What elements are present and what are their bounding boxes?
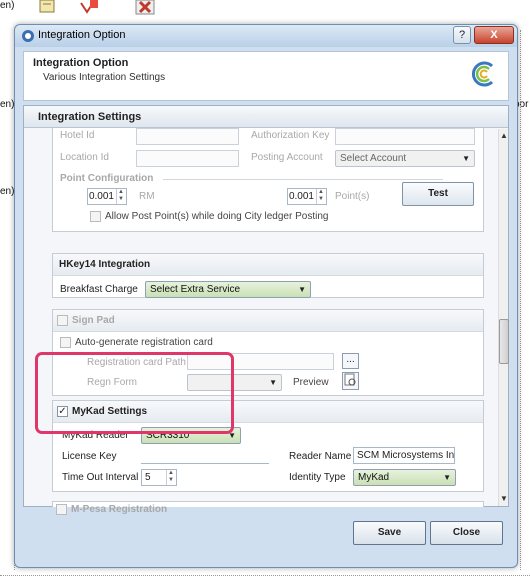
identity-type-label: Identity Type: [289, 472, 346, 483]
header-title: Integration Option: [33, 57, 129, 69]
sign-pad-header: Sign Pad: [53, 310, 483, 332]
rm-label: RM: [139, 191, 155, 202]
preview-label: Preview: [293, 377, 329, 388]
sign-pad-title: Sign Pad: [72, 315, 115, 326]
bg-left-text-1: en): [0, 99, 15, 110]
breakfast-charge-select[interactable]: Select Extra Service ▼: [145, 281, 311, 298]
posting-account-select[interactable]: Select Account ▼: [335, 150, 475, 167]
header-subtitle: Various Integration Settings: [43, 72, 166, 83]
identity-type-value: MyKad: [358, 472, 390, 483]
location-id-label: Location Id: [60, 152, 109, 163]
reg-card-path-label: Registration card Path: [87, 357, 186, 368]
chevron-down-icon: ▼: [228, 431, 236, 440]
points-value: 0.001: [288, 191, 314, 202]
integration-option-dialog: Integration Option ? X Integration Optio…: [14, 24, 518, 568]
allow-post-label: Allow Post Point(s) while doing City led…: [105, 211, 329, 222]
loyalty-section: Hotel Id Authorization Key Location Id P…: [52, 128, 484, 232]
spin-arrows-icon[interactable]: ▲ ▼: [166, 470, 175, 485]
mykad-section: ✓ MyKad Settings MyKad Reader SCR3310 ▼ …: [52, 400, 484, 492]
hkey14-header: HKey14 Integration: [53, 254, 483, 276]
spin-arrows-icon[interactable]: ▲ ▼: [316, 189, 325, 204]
mykad-reader-label: MyKad Reader: [62, 430, 129, 441]
hkey14-title: HKey14 Integration: [59, 259, 151, 270]
identity-type-select[interactable]: MyKad ▼: [353, 469, 456, 486]
company-logo-icon: [472, 61, 494, 87]
points-stepper[interactable]: 0.001 ▲ ▼: [287, 188, 327, 205]
integration-settings-panel: Integration Settings Hotel Id Authorizat…: [23, 105, 509, 515]
breakfast-charge-label: Breakfast Charge: [60, 284, 138, 295]
location-id-input[interactable]: [136, 150, 239, 167]
reg-card-path-input[interactable]: [187, 353, 334, 370]
sign-pad-checkbox[interactable]: [57, 315, 68, 326]
mykad-header: ✓ MyKad Settings: [53, 401, 483, 423]
integration-settings-header: Integration Settings: [24, 106, 508, 128]
hotel-id-input[interactable]: [136, 128, 239, 145]
mykad-checkbox[interactable]: ✓: [57, 406, 68, 417]
allow-post-checkbox[interactable]: [90, 211, 101, 222]
delete-icon: [135, 0, 155, 15]
dialog-titlebar[interactable]: Integration Option ? X: [15, 25, 517, 47]
chevron-down-icon: ▼: [298, 285, 306, 294]
mpesa-checkbox[interactable]: [56, 504, 67, 515]
bg-left-text-2: en): [0, 186, 15, 197]
auto-generate-label: Auto-generate registration card: [75, 337, 213, 348]
timeout-interval-value: 5: [145, 472, 151, 483]
bg-divider: [0, 575, 530, 576]
reader-name-input[interactable]: SCM Microsystems Inc. S(: [353, 447, 455, 464]
spin-arrows-icon[interactable]: ▲ ▼: [116, 189, 125, 204]
regn-form-select[interactable]: ▼: [187, 374, 282, 391]
help-button[interactable]: ?: [453, 26, 471, 44]
authorization-key-label: Authorization Key: [251, 130, 330, 141]
notification-icon: [39, 0, 55, 13]
breakfast-charge-value: Select Extra Service: [150, 284, 241, 295]
authorization-key-input[interactable]: [335, 128, 475, 145]
save-button[interactable]: Save: [353, 521, 426, 545]
app-icon: [22, 30, 34, 42]
bg-toolbar-label: en): [0, 0, 15, 11]
rm-stepper[interactable]: 0.001 ▲ ▼: [87, 188, 127, 205]
mykad-reader-value: SCR3310: [146, 430, 190, 441]
header-panel: Integration Option Various Integration S…: [23, 51, 509, 101]
hotel-id-label: Hotel Id: [60, 130, 95, 141]
point-config-divider: [163, 179, 443, 180]
mpesa-title: M-Pesa Registration: [71, 504, 168, 515]
rm-value: 0.001: [88, 191, 114, 202]
timeout-interval-label: Time Out Interval: [62, 472, 139, 483]
close-button[interactable]: Close: [430, 521, 503, 545]
reader-name-label: Reader Name: [289, 451, 352, 462]
posting-account-value: Select Account: [340, 153, 407, 164]
timeout-interval-stepper[interactable]: 5 ▲ ▼: [141, 469, 177, 486]
hkey14-section: HKey14 Integration Breakfast Charge Sele…: [52, 253, 484, 298]
scroll-down-icon[interactable]: ▼: [500, 494, 508, 504]
close-window-button[interactable]: X: [474, 26, 514, 44]
bg-divider: [520, 30, 521, 570]
sign-pad-section: Sign Pad Auto-generate registration card…: [52, 309, 484, 396]
mykad-title: MyKad Settings: [72, 406, 148, 417]
mykad-reader-select[interactable]: SCR3310 ▼: [141, 427, 241, 444]
auto-generate-checkbox[interactable]: [60, 337, 71, 348]
mpesa-header: M-Pesa Registration: [52, 501, 484, 523]
chevron-down-icon: ▼: [269, 378, 277, 387]
license-key-input[interactable]: [141, 447, 269, 464]
chevron-down-icon: ▼: [462, 154, 470, 163]
browse-button[interactable]: ...: [342, 353, 359, 369]
preview-icon: [344, 373, 356, 386]
posting-account-label: Posting Account: [251, 152, 323, 163]
dialog-title: Integration Option: [38, 29, 126, 41]
preview-button[interactable]: [342, 372, 359, 390]
points-label: Point(s): [335, 191, 370, 202]
test-button[interactable]: Test: [402, 182, 474, 206]
regn-form-label: Regn Form: [87, 377, 138, 388]
expand-icon: [80, 0, 98, 14]
settings-scrollbar[interactable]: ▲ ▼: [498, 129, 509, 506]
point-configuration-label: Point Configuration: [60, 173, 154, 184]
scrollbar-thumb[interactable]: [499, 319, 509, 364]
chevron-down-icon: ▼: [443, 473, 451, 482]
license-key-label: License Key: [62, 451, 117, 462]
integration-settings-title: Integration Settings: [38, 111, 142, 123]
scroll-up-icon[interactable]: ▲: [500, 131, 508, 141]
